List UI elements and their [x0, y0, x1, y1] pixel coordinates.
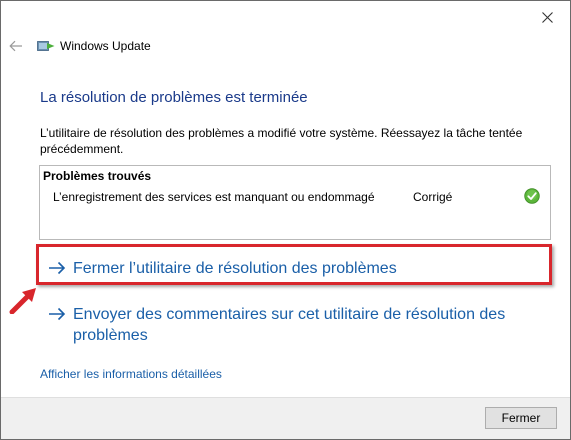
view-details-link[interactable]: Afficher les informations détaillées	[40, 366, 222, 382]
close-icon	[541, 11, 553, 23]
problems-found-panel: Problèmes trouvés L’enregistrement des s…	[39, 165, 551, 240]
close-button[interactable]: Fermer	[485, 407, 557, 429]
send-feedback-option[interactable]: Envoyer des commentaires sur cet utilita…	[47, 304, 517, 346]
window-close-button[interactable]	[524, 1, 570, 33]
problem-name: L’enregistrement des services est manqua…	[53, 190, 375, 204]
arrow-right-icon	[49, 307, 66, 321]
footer-bar: Fermer	[1, 397, 570, 439]
app-title: Windows Update	[60, 39, 151, 53]
close-troubleshooter-option[interactable]: Fermer l’utilitaire de résolution des pr…	[47, 258, 397, 279]
page-title: La résolution de problèmes est terminée	[40, 89, 308, 106]
windows-update-icon	[37, 41, 55, 51]
problems-found-title: Problèmes trouvés	[43, 169, 152, 183]
close-troubleshooter-label: Fermer l’utilitaire de résolution des pr…	[73, 260, 397, 277]
back-button[interactable]	[7, 37, 25, 55]
troubleshooter-window: Windows Update La résolution de problème…	[0, 0, 571, 440]
send-feedback-label: Envoyer des commentaires sur cet utilita…	[73, 306, 506, 344]
result-description: L’utilitaire de résolution des problèmes…	[40, 126, 523, 156]
check-circle-icon	[524, 188, 540, 204]
red-arrow-pointer-icon	[9, 288, 36, 314]
problem-row: L’enregistrement des services est manqua…	[40, 188, 550, 207]
problem-status: Corrigé	[413, 190, 453, 204]
back-arrow-icon	[9, 40, 22, 52]
arrow-right-icon	[49, 261, 66, 275]
